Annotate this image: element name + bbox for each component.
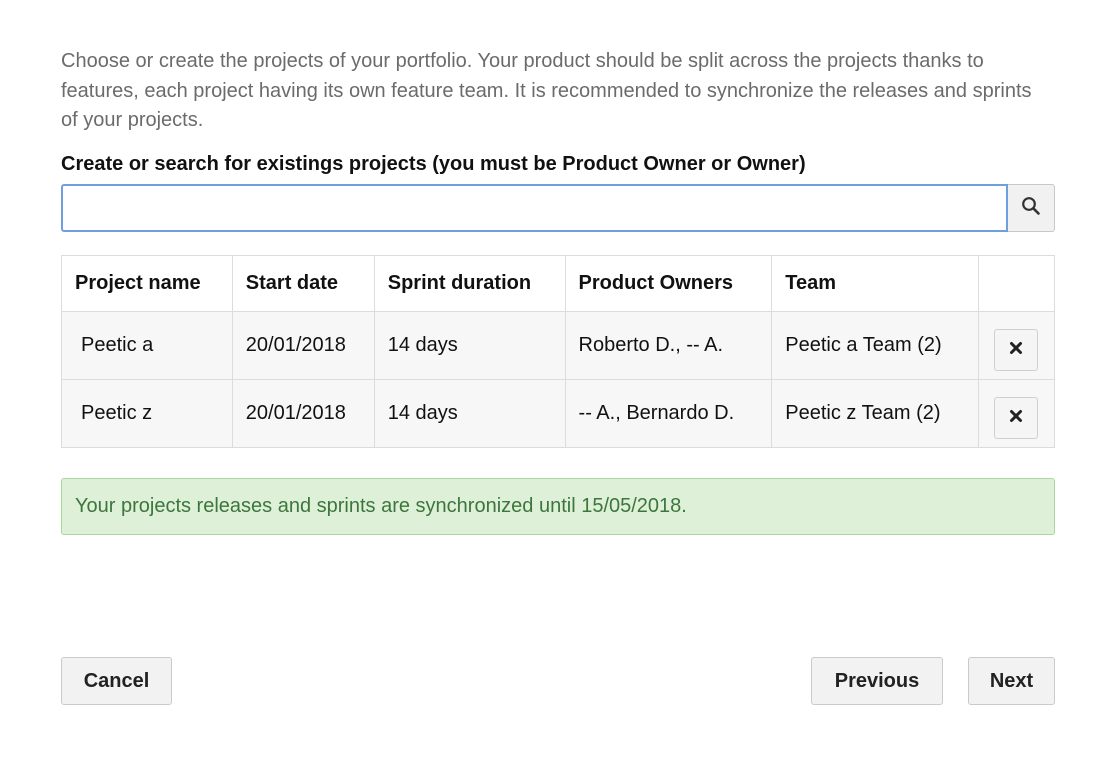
remove-project-button[interactable] bbox=[994, 396, 1039, 439]
table-row: Peetic z 20/01/2018 14 days -- A., Berna… bbox=[61, 379, 1056, 448]
start-date-cell: 20/01/2018 bbox=[231, 311, 375, 380]
intro-text: Choose or create the projects of your po… bbox=[61, 50, 1032, 131]
table-row: Peetic a 20/01/2018 14 days Roberto D., … bbox=[61, 311, 1056, 380]
sprint-duration-cell: 14 days bbox=[373, 311, 566, 380]
search-label: Create or search for existings projects … bbox=[61, 153, 806, 175]
previous-button[interactable]: Previous bbox=[811, 657, 943, 705]
column-header-product-owners: Product Owners bbox=[564, 255, 773, 312]
project-name-cell: Peetic a bbox=[61, 311, 233, 380]
product-owners-cell: -- A., Bernardo D. bbox=[564, 379, 773, 448]
projects-table: Project name Start date Sprint duration … bbox=[61, 255, 1056, 448]
column-header-project-name: Project name bbox=[61, 255, 233, 312]
sync-status-text: Your projects releases and sprints are s… bbox=[75, 495, 687, 517]
column-header-sprint-duration: Sprint duration bbox=[373, 255, 566, 312]
search-input[interactable] bbox=[61, 184, 1008, 232]
remove-project-button[interactable] bbox=[994, 328, 1039, 371]
next-button[interactable]: Next bbox=[968, 657, 1055, 705]
product-owners-cell: Roberto D., -- A. bbox=[564, 311, 773, 380]
sprint-duration-cell: 14 days bbox=[373, 379, 566, 448]
project-search bbox=[61, 184, 1055, 232]
sync-status-alert: Your projects releases and sprints are s… bbox=[61, 478, 1055, 535]
close-icon bbox=[1009, 338, 1023, 361]
actions-cell bbox=[977, 379, 1056, 448]
project-name-cell: Peetic z bbox=[61, 379, 233, 448]
table-header-row: Project name Start date Sprint duration … bbox=[61, 255, 1056, 312]
column-header-start-date: Start date bbox=[231, 255, 375, 312]
team-cell: Peetic z Team (2) bbox=[771, 379, 979, 448]
close-icon bbox=[1009, 406, 1023, 429]
team-cell: Peetic a Team (2) bbox=[771, 311, 979, 380]
actions-cell bbox=[977, 311, 1056, 380]
cancel-button[interactable]: Cancel bbox=[61, 657, 172, 705]
column-header-actions bbox=[977, 255, 1056, 312]
search-icon bbox=[1021, 196, 1041, 221]
column-header-team: Team bbox=[771, 255, 979, 312]
search-button[interactable] bbox=[1008, 184, 1055, 232]
start-date-cell: 20/01/2018 bbox=[231, 379, 375, 448]
